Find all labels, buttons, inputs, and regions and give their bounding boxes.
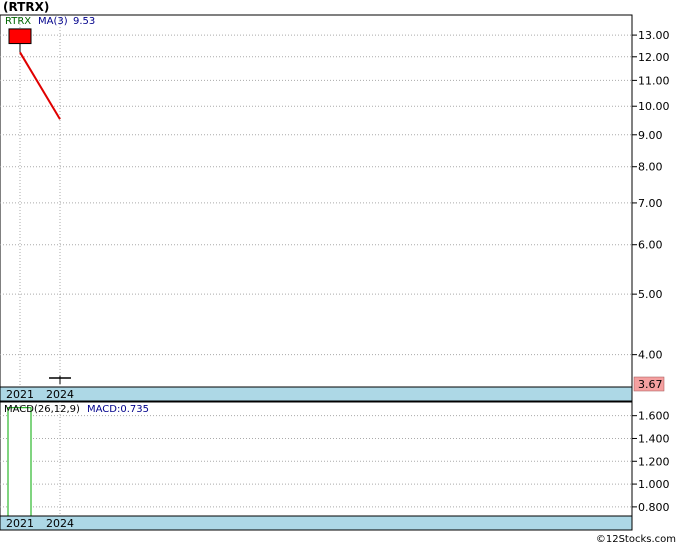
- stock-chart: (RTRX) 4.00 5.00 6.00 7.00 8.00 9.00 10.00 11.0…: [0, 0, 676, 545]
- price-tick-label: 5.00: [638, 288, 663, 301]
- chart-title: (RTRX): [3, 0, 49, 14]
- price-tick-label: 8.00: [638, 161, 663, 174]
- macd-tick-label: 1.000: [638, 478, 670, 491]
- price-tick-label: 9.00: [638, 129, 663, 142]
- price-tick-label: 11.00: [638, 74, 670, 87]
- macd-tick-label: 1.400: [638, 432, 670, 445]
- price-tick-label: 7.00: [638, 197, 663, 210]
- macd-tick-label: 0.800: [638, 501, 670, 514]
- macd-bars: [7, 407, 32, 517]
- watermark: ©12Stocks.com: [596, 534, 676, 545]
- macd-xtick-label: 2024: [46, 517, 74, 530]
- last-price-value: 3.67: [638, 378, 663, 391]
- macd-tick-label: 1.200: [638, 455, 670, 468]
- macd-bar: [7, 407, 32, 517]
- candle-body: [8, 28, 32, 45]
- price-xtick-label: 2021: [6, 388, 34, 401]
- macd-xtick-label: 2021: [6, 517, 34, 530]
- legend-symbol: RTRX: [5, 16, 31, 27]
- macd-tick-label: 1.600: [638, 410, 670, 423]
- macd-panel: [0, 401, 633, 517]
- price-tick-label: 10.00: [638, 100, 670, 113]
- price-axis: 4.00 5.00 6.00 7.00 8.00 9.00 10.00 11.00 12.00 1…: [632, 29, 670, 362]
- price-tick-label: 6.00: [638, 239, 663, 252]
- price-tick-label: 4.00: [638, 349, 663, 362]
- price-tick-label: 13.00: [638, 29, 670, 42]
- macd-legend-value: MACD:0.735: [87, 404, 149, 415]
- legend-ma-value: 9.53: [73, 16, 95, 27]
- price-tick-label: 12.00: [638, 51, 670, 64]
- price-panel: [0, 14, 633, 388]
- price-xtick-label: 2024: [46, 388, 74, 401]
- macd-axis: 0.800 1.000 1.200 1.400 1.600: [632, 410, 670, 514]
- price-xaxis-band: [0, 386, 633, 402]
- macd-xaxis-band: [0, 515, 633, 531]
- macd-legend-params: MACD(26,12,9): [4, 404, 80, 415]
- legend-ma-label: MA(3): [38, 16, 68, 27]
